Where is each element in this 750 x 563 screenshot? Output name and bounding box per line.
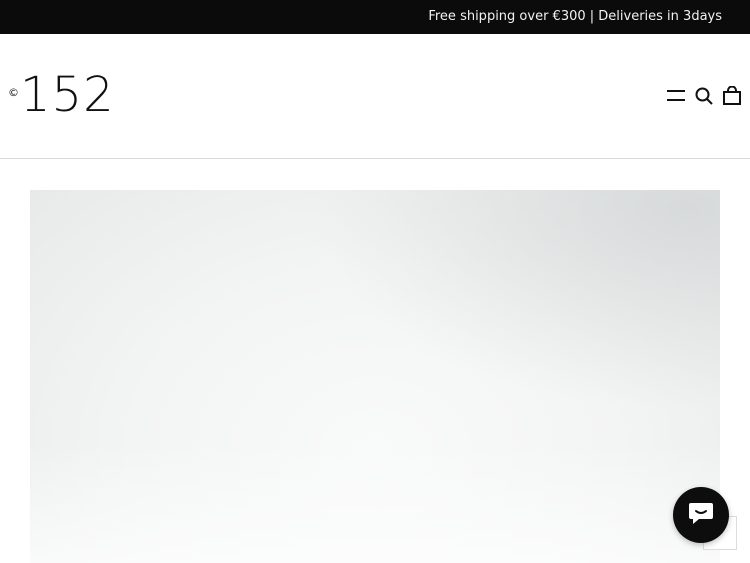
announcement-bar: Free shipping over €300 | Deliveries in … [0, 0, 750, 34]
hero-image-sheen [30, 443, 720, 563]
chat-icon [687, 500, 715, 531]
menu-icon[interactable] [666, 86, 686, 106]
announcement-text: Free shipping over €300 | Deliveries in … [428, 9, 722, 24]
logo-copyright-symbol: © [8, 86, 19, 99]
site-header: © 152 [0, 34, 750, 159]
hero-banner-image [30, 190, 720, 563]
store-logo[interactable]: © 152 [8, 67, 115, 123]
chat-button[interactable] [673, 487, 729, 543]
logo-number: 152 [20, 67, 115, 123]
search-icon[interactable] [694, 86, 714, 106]
header-actions [666, 86, 742, 106]
cart-icon[interactable] [722, 86, 742, 106]
